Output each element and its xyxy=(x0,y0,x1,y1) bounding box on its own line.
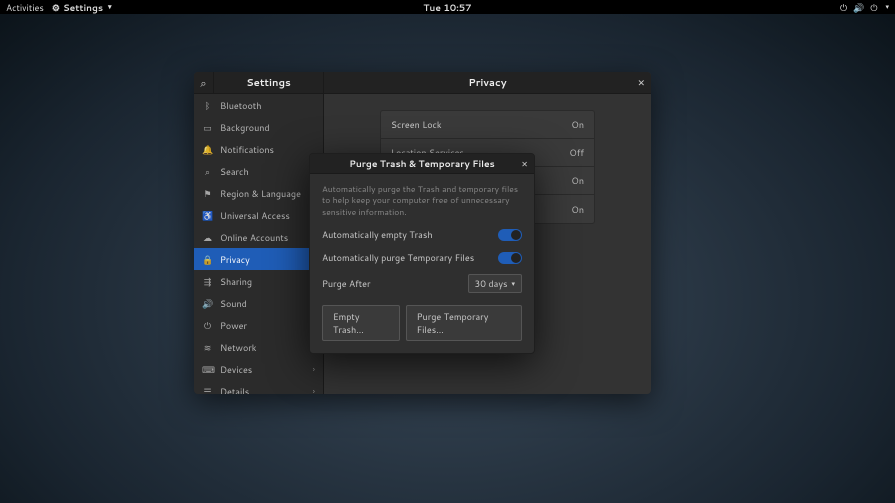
sidebar-item-label: Search xyxy=(220,165,315,178)
sidebar-item-universal-access[interactable]: ♿ Universal Access xyxy=(194,204,323,226)
sidebar-item-background[interactable]: ▭ Background xyxy=(194,116,323,138)
sidebar-item-sound[interactable]: 🔊 Sound xyxy=(194,292,323,314)
setting-value: On xyxy=(571,174,584,187)
clock[interactable]: Tue 10:57 xyxy=(423,1,471,14)
lock-icon: 🔒 xyxy=(202,253,213,266)
setting-row-screen-lock[interactable]: Screen LockOn xyxy=(381,111,594,139)
dialog-header: Purge Trash & Temporary Files ✕ xyxy=(310,154,534,174)
network-icon: ⏻ xyxy=(840,1,847,14)
sidebar-item-search[interactable]: ⌕ Search xyxy=(194,160,323,182)
sidebar-list: ᛒ Bluetooth ▭ Background 🔔 Notifications ⌕ Sear… xyxy=(194,94,323,394)
row-purge-after: Purge After 30 days ▾ xyxy=(322,274,522,293)
sidebar-item-label: Devices xyxy=(220,363,306,376)
bg-icon: ▭ xyxy=(202,121,213,134)
sidebar-item-label: Network xyxy=(220,341,315,354)
top-bar: Activities ⚙ Settings ▾ Tue 10:57 ⏻ 🔊 ⏻ … xyxy=(0,0,895,14)
search-icon: ⌕ xyxy=(202,165,213,178)
sidebar-title: Settings xyxy=(214,76,323,90)
close-icon: ✕ xyxy=(521,158,528,170)
flag-icon: ⚑ xyxy=(202,187,213,200)
share-icon: ⇶ xyxy=(202,275,213,288)
dialog-close-button[interactable]: ✕ xyxy=(521,158,528,170)
sidebar-item-label: Region & Language xyxy=(220,187,315,200)
sidebar-item-sharing[interactable]: ⇶ Sharing xyxy=(194,270,323,292)
volume-icon: 🔊 xyxy=(853,1,864,14)
sidebar-item-label: Power xyxy=(220,319,315,332)
dialog-title: Purge Trash & Temporary Files xyxy=(310,157,534,170)
app-menu[interactable]: ⚙ Settings ▾ xyxy=(52,1,112,14)
chevron-down-icon: ▾ xyxy=(108,2,112,12)
sidebar-item-devices[interactable]: ⌨ Devices › xyxy=(194,358,323,380)
bell-icon: 🔔 xyxy=(202,143,213,156)
sidebar-item-label: Sharing xyxy=(220,275,315,288)
dialog-description: Automatically purge the Trash and tempor… xyxy=(322,184,522,218)
bt-icon: ᛒ xyxy=(202,99,213,112)
content-title: Privacy xyxy=(324,76,651,90)
sidebar-item-label: Notifications xyxy=(220,143,315,156)
setting-value: On xyxy=(571,118,584,131)
detail-icon: ☰ xyxy=(202,385,213,395)
chevron-down-icon: ▾ xyxy=(885,2,889,12)
chevron-down-icon: ▾ xyxy=(511,279,515,289)
status-area[interactable]: ⏻ 🔊 ⏻ ▾ xyxy=(840,1,889,14)
search-icon: ⌕ xyxy=(200,75,206,91)
sidebar-item-label: Universal Access xyxy=(220,209,315,222)
dropdown-value: 30 days xyxy=(475,277,508,290)
sidebar-item-label: Bluetooth xyxy=(220,99,315,112)
settings-icon: ⚙ xyxy=(52,1,60,14)
power-icon: ⏻ xyxy=(870,1,877,14)
sidebar-item-privacy[interactable]: 🔒 Privacy xyxy=(194,248,323,270)
sound-icon: 🔊 xyxy=(202,297,213,310)
chevron-right-icon: › xyxy=(313,385,315,394)
sidebar-item-label: Privacy xyxy=(220,253,315,266)
sidebar-item-label: Sound xyxy=(220,297,315,310)
chevron-right-icon: › xyxy=(313,363,315,375)
sidebar-item-region-language[interactable]: ⚑ Region & Language xyxy=(194,182,323,204)
activities-button[interactable]: Activities xyxy=(6,1,44,14)
dialog-body: Automatically purge the Trash and tempor… xyxy=(310,174,534,353)
setting-value: Off xyxy=(569,146,584,159)
sidebar-item-network[interactable]: ≋ Network xyxy=(194,336,323,358)
close-icon: ✕ xyxy=(637,76,645,89)
sidebar-item-label: Background xyxy=(220,121,315,134)
empty-trash-button[interactable]: Empty Trash… xyxy=(322,305,400,341)
purge-temp-files-button[interactable]: Purge Temporary Files… xyxy=(406,305,522,341)
dialog-button-row: Empty Trash… Purge Temporary Files… xyxy=(322,305,522,341)
toggle-auto-empty-trash[interactable] xyxy=(498,229,522,241)
close-button[interactable]: ✕ xyxy=(637,76,645,89)
row-label: Automatically empty Trash xyxy=(322,228,498,241)
sidebar-header: ⌕ Settings xyxy=(194,72,323,94)
row-auto-empty-trash: Automatically empty Trash xyxy=(322,228,522,241)
purge-after-dropdown[interactable]: 30 days ▾ xyxy=(468,274,522,293)
sidebar-item-power[interactable]: ⏻ Power xyxy=(194,314,323,336)
row-label: Automatically purge Temporary Files xyxy=(322,251,498,264)
net-icon: ≋ xyxy=(202,341,213,354)
purge-dialog: Purge Trash & Temporary Files ✕ Automati… xyxy=(309,153,535,354)
row-label: Purge After xyxy=(322,277,468,290)
content-header: Privacy ✕ xyxy=(324,72,651,94)
search-button[interactable]: ⌕ xyxy=(194,72,214,93)
device-icon: ⌨ xyxy=(202,363,213,376)
toggle-auto-purge-temp[interactable] xyxy=(498,252,522,264)
sidebar-item-label: Online Accounts xyxy=(220,231,315,244)
sidebar-item-bluetooth[interactable]: ᛒ Bluetooth xyxy=(194,94,323,116)
sidebar: ⌕ Settings ᛒ Bluetooth ▭ Background 🔔 Notific… xyxy=(194,72,324,394)
sidebar-item-label: Details xyxy=(220,385,306,395)
access-icon: ♿ xyxy=(202,209,213,222)
setting-label: Screen Lock xyxy=(391,118,571,131)
row-auto-purge-temp: Automatically purge Temporary Files xyxy=(322,251,522,264)
app-menu-label: Settings xyxy=(63,1,103,14)
cloud-icon: ☁ xyxy=(202,231,213,244)
sidebar-item-notifications[interactable]: 🔔 Notifications xyxy=(194,138,323,160)
setting-value: On xyxy=(571,203,584,216)
power-icon: ⏻ xyxy=(202,319,213,332)
sidebar-item-online-accounts[interactable]: ☁ Online Accounts xyxy=(194,226,323,248)
sidebar-item-details[interactable]: ☰ Details › xyxy=(194,380,323,394)
